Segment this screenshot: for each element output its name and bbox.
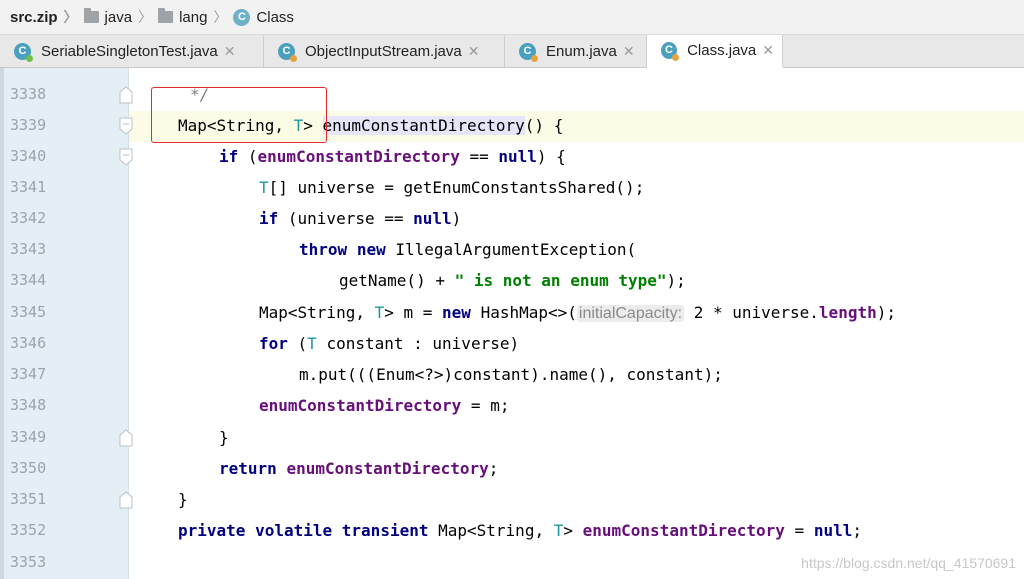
line-number: 3351 (10, 490, 47, 508)
class-icon: C (233, 8, 251, 26)
breadcrumb-item-src-zip[interactable]: src.zip 〉 (0, 0, 84, 34)
fold-end-icon[interactable] (118, 429, 134, 447)
line-number: 3345 (10, 303, 47, 321)
watermark: https://blog.csdn.net/qq_41570691 (801, 555, 1016, 571)
line-number: 3348 (10, 396, 47, 414)
editor-tabs: C SeriableSingletonTest.java ✕ C ObjectI… (0, 35, 1024, 68)
breadcrumb-item-class[interactable]: C Class (233, 0, 294, 34)
tab-object-input-stream[interactable]: C ObjectInputStream.java ✕ (264, 35, 505, 67)
code-line: 3347 m.put(((Enum<?>)constant).name(), c… (10, 365, 723, 384)
line-number: 3343 (10, 240, 47, 258)
code-line: 3341 T[] universe = getEnumConstantsShar… (10, 178, 645, 197)
code-line: 3348 enumConstantDirectory = m; (10, 396, 510, 415)
fold-end-icon[interactable] (118, 86, 134, 104)
tab-class[interactable]: C Class.java ✕ (647, 35, 783, 68)
line-number: 3347 (10, 365, 47, 383)
breadcrumb-item-lang[interactable]: lang 〉 (158, 0, 233, 34)
line-number: 3340 (10, 147, 47, 165)
breadcrumb: src.zip 〉 java 〉 lang 〉 C Class (0, 0, 1024, 35)
line-number: 3341 (10, 178, 47, 196)
line-number: 3350 (10, 459, 47, 477)
line-number: 3342 (10, 209, 47, 227)
close-icon[interactable]: ✕ (623, 43, 635, 60)
line-number: 3339 (10, 116, 47, 134)
code-line: 3343 throw new IllegalArgumentException( (10, 240, 637, 259)
fold-start-icon[interactable] (118, 148, 134, 166)
chevron-right-icon: 〉 (138, 9, 153, 25)
close-icon[interactable]: ✕ (468, 43, 480, 60)
line-number: 3344 (10, 271, 47, 289)
code-line: 3344 getName() + " is not an enum type")… (10, 271, 686, 290)
close-icon[interactable]: ✕ (762, 42, 774, 59)
class-icon: C (661, 41, 680, 61)
fold-start-icon[interactable] (118, 117, 134, 135)
code-line: 3342 if (universe == null) (10, 209, 462, 228)
parameter-hint: initialCapacity: (576, 305, 685, 322)
fold-end-icon[interactable] (118, 491, 134, 509)
chevron-right-icon: 〉 (63, 9, 78, 25)
tab-enum[interactable]: C Enum.java ✕ (505, 35, 647, 67)
tab-seriable-singleton-test[interactable]: C SeriableSingletonTest.java ✕ (0, 35, 264, 67)
line-number: 3346 (10, 334, 47, 352)
code-line: 3340 if (enumConstantDirectory == null) … (10, 147, 566, 166)
code-editor[interactable]: 3338 */ 3339 Map<String, T> enumConstant… (0, 68, 1024, 579)
code-line: 3349 } (10, 428, 229, 447)
line-number: 3349 (10, 428, 47, 446)
line-number: 3352 (10, 521, 47, 539)
close-icon[interactable]: ✕ (224, 43, 236, 60)
code-line: 3346 for (T constant : universe) (10, 334, 520, 353)
code-line: 3351 } (10, 490, 188, 509)
line-number: 3338 (10, 85, 47, 103)
class-icon: C (278, 42, 297, 62)
code-line: 3350 return enumConstantDirectory; (10, 459, 499, 478)
line-number: 3353 (10, 553, 47, 571)
code-line: 3338 */ (10, 85, 210, 104)
class-icon: C (519, 42, 538, 62)
breadcrumb-item-java[interactable]: java 〉 (83, 0, 159, 34)
code-line: 3345 Map<String, T> m = new HashMap<>(in… (10, 303, 896, 322)
class-icon: C (14, 42, 33, 62)
code-line: 3352 private volatile transient Map<Stri… (10, 521, 862, 540)
code-line-current: 3339 Map<String, T> enumConstantDirector… (0, 111, 1024, 142)
folder-icon (83, 8, 99, 23)
chevron-right-icon: 〉 (213, 9, 228, 25)
folder-icon (158, 8, 174, 23)
